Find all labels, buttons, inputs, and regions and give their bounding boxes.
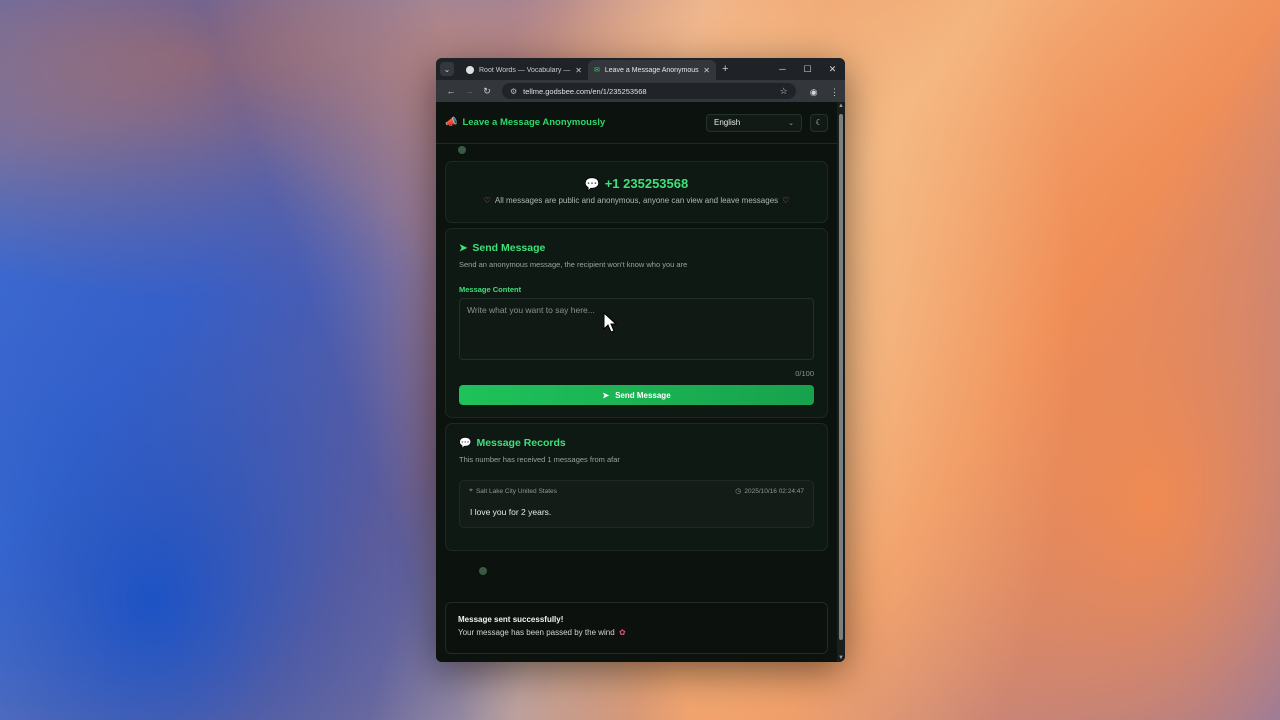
tab-title: Root Words — Vocabulary — xyxy=(479,66,571,74)
message-records-card: 💬 Message Records This number has receiv… xyxy=(445,423,828,551)
record-time: ◷ 2025/10/16 02:24:47 xyxy=(735,487,804,496)
success-toast: Message sent successfully! Your message … xyxy=(445,602,828,654)
record-meta: ⌖ Salt Lake City United States ◷ 2025/10… xyxy=(469,487,804,495)
tab-title: Leave a Message Anonymously xyxy=(604,66,700,74)
url-field[interactable]: ⚙ tellme.godsbee.com/en/1/235253568 ☆ xyxy=(502,83,796,99)
tab-bar: ⌄ Root Words — Vocabulary — ✕ ✉ Leave a … xyxy=(436,58,845,80)
page-content: 📣 Leave a Message Anonymously English ⌄ … xyxy=(436,102,837,662)
chat-bubble-icon: 💬 xyxy=(459,437,472,449)
number-card: 💬 +1 235253568 ♡ All messages are public … xyxy=(445,161,828,223)
new-tab-button[interactable]: + xyxy=(722,63,728,75)
scroll-up-icon[interactable]: ▲ xyxy=(838,103,844,109)
brand[interactable]: 📣 Leave a Message Anonymously xyxy=(445,117,605,128)
tab-root-words[interactable]: Root Words — Vocabulary — ✕ xyxy=(460,60,588,80)
site-header: 📣 Leave a Message Anonymously English ⌄ … xyxy=(436,102,837,144)
tab-leave-message[interactable]: ✉ Leave a Message Anonymously ✕ xyxy=(588,60,716,80)
phone-number: 💬 +1 235253568 xyxy=(446,176,827,191)
record-location: Salt Lake City United States xyxy=(475,487,557,495)
address-bar: ← → ↻ ⚙ tellme.godsbee.com/en/1/23525356… xyxy=(436,80,845,102)
send-title-text: Send Message xyxy=(472,242,546,254)
url-text: tellme.godsbee.com/en/1/235253568 xyxy=(523,86,647,96)
window-controls: ─ ☐ ✕ xyxy=(770,64,845,75)
heart-icon: ♡ xyxy=(782,196,790,205)
mouse-cursor-icon xyxy=(603,312,617,333)
record-time-text: 2025/10/16 02:24:47 xyxy=(744,487,804,495)
public-note-text: All messages are public and anonymous, a… xyxy=(494,196,779,205)
chevron-down-icon: ⌄ xyxy=(788,119,794,127)
close-icon[interactable]: ✕ xyxy=(575,66,582,75)
moon-icon: ☾ xyxy=(815,118,823,127)
records-subtitle: This number has received 1 messages from… xyxy=(459,455,620,464)
page-scrollbar[interactable]: ▲ ▼ xyxy=(837,102,845,662)
decorative-dot xyxy=(458,146,466,154)
toast-message-text: Your message has been passed by the wind xyxy=(458,628,615,637)
minimize-icon[interactable]: ─ xyxy=(770,64,795,74)
toolbar-actions: ◉ ⋮ xyxy=(802,82,839,100)
language-value: English xyxy=(714,118,741,127)
forward-icon[interactable]: → xyxy=(460,86,478,96)
megaphone-icon: 📣 xyxy=(445,117,458,128)
scroll-thumb[interactable] xyxy=(839,114,843,640)
public-note: ♡ All messages are public and anonymous, … xyxy=(446,196,827,205)
decorative-dot xyxy=(479,567,487,575)
flower-icon: ✿ xyxy=(618,628,626,637)
send-message-card: ➤ Send Message Send an anonymous message… xyxy=(445,228,828,418)
bookmark-star-icon[interactable]: ☆ xyxy=(780,86,788,97)
theme-toggle-button[interactable]: ☾ xyxy=(810,113,828,132)
record-message: I love you for 2 years. xyxy=(470,507,552,517)
char-counter: 0/100 xyxy=(795,369,814,378)
back-icon[interactable]: ← xyxy=(442,86,460,96)
site-settings-icon[interactable]: ⚙ xyxy=(510,87,517,96)
scroll-down-icon[interactable]: ▼ xyxy=(838,655,844,661)
favicon-icon: ✉ xyxy=(594,67,600,74)
language-select[interactable]: English ⌄ xyxy=(706,113,802,132)
close-icon[interactable]: ✕ xyxy=(703,66,710,75)
paper-plane-icon: ➤ xyxy=(602,390,610,400)
send-button-label: Send Message xyxy=(615,390,671,400)
browser-window: ⌄ Root Words — Vocabulary — ✕ ✉ Leave a … xyxy=(436,58,845,662)
send-title: ➤ Send Message xyxy=(459,242,814,254)
records-title: 💬 Message Records xyxy=(459,437,814,449)
brand-title: Leave a Message Anonymously xyxy=(462,117,606,128)
paper-plane-icon: ➤ xyxy=(459,242,468,254)
send-message-button[interactable]: ➤ Send Message xyxy=(459,385,814,405)
records-title-text: Message Records xyxy=(476,437,566,449)
reload-icon[interactable]: ↻ xyxy=(478,86,496,97)
profile-icon[interactable]: ◉ xyxy=(810,87,818,97)
location-pin-icon: ⌖ xyxy=(469,487,473,494)
chat-bubble-icon: 💬 xyxy=(584,176,600,191)
toast-message: Your message has been passed by the wind… xyxy=(458,628,815,637)
toast-title: Message sent successfully! xyxy=(458,615,564,624)
message-content-label: Message Content xyxy=(459,285,522,294)
tab-search-button[interactable]: ⌄ xyxy=(440,62,454,76)
phone-number-text: +1 235253568 xyxy=(604,176,689,191)
send-subtitle: Send an anonymous message, the recipient… xyxy=(459,260,688,269)
heart-icon: ♡ xyxy=(483,196,491,205)
close-window-icon[interactable]: ✕ xyxy=(820,64,845,75)
maximize-icon[interactable]: ☐ xyxy=(795,64,820,75)
message-input[interactable] xyxy=(459,298,814,360)
favicon-icon xyxy=(466,66,474,74)
clock-icon: ◷ xyxy=(735,488,742,495)
menu-icon[interactable]: ⋮ xyxy=(830,87,839,97)
message-record: ⌖ Salt Lake City United States ◷ 2025/10… xyxy=(459,480,814,528)
